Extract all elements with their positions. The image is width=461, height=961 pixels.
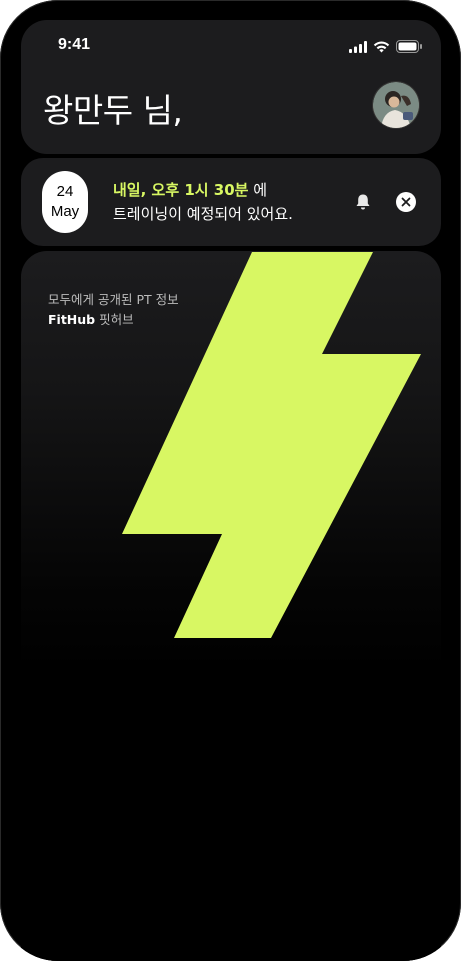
avatar[interactable] <box>373 82 419 128</box>
schedule-time-highlight: 내일, 오후 1시 30분 <box>113 181 249 199</box>
schedule-card[interactable]: 24 May 내일, 오후 1시 30분 에 트레이닝이 예정되어 있어요. <box>21 158 441 246</box>
wifi-icon <box>373 38 390 57</box>
date-badge: 24 May <box>42 171 88 233</box>
brand-suffix: 핏허브 <box>95 312 134 327</box>
promo-card[interactable]: 모두에게 공개된 PT 정보 FitHub 핏허브 <box>21 251 441 961</box>
bell-icon <box>356 194 370 210</box>
status-time: 9:41 <box>58 36 91 53</box>
header-card: 9:41 왕만두 님, <box>21 20 441 154</box>
schedule-second-line: 트레이닝이 예정되어 있어요. <box>113 205 293 223</box>
schedule-message: 내일, 오후 1시 30분 에 트레이닝이 예정되어 있어요. <box>113 178 353 226</box>
close-button[interactable] <box>396 192 416 212</box>
phone-device: 9:41 왕만두 님, 24 May 내일, 오후 1시 30분 에 트레이닝이… <box>0 0 461 961</box>
promo-brand-line: FitHub 핏허브 <box>48 309 134 328</box>
battery-icon <box>396 38 423 57</box>
profile-avatar-icon <box>373 82 419 128</box>
promo-subtitle: 모두에게 공개된 PT 정보 <box>48 292 179 307</box>
greeting-title: 왕만두 님, <box>43 91 183 130</box>
app-screen: 9:41 왕만두 님, 24 May 내일, 오후 1시 30분 에 트레이닝이… <box>0 0 461 961</box>
schedule-suffix: 에 <box>253 181 268 199</box>
close-icon <box>401 197 411 207</box>
signal-icon <box>349 38 367 57</box>
brand-name: FitHub <box>48 312 96 327</box>
status-icons <box>349 38 423 57</box>
date-day: 24 <box>56 183 74 200</box>
bell-button[interactable] <box>354 193 372 211</box>
status-bar: 9:41 <box>21 20 441 74</box>
date-month: May <box>50 203 80 220</box>
